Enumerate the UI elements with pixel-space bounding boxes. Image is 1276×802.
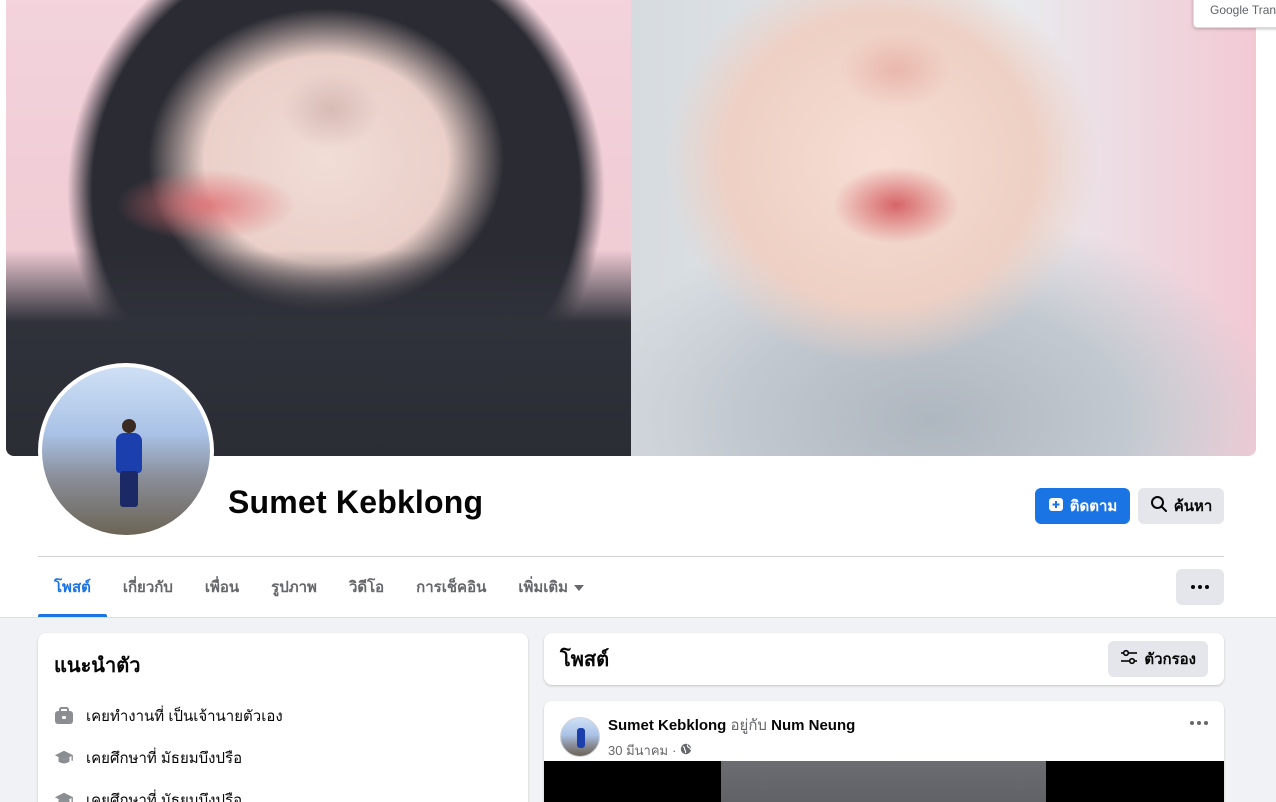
posts-title: โพสต์ — [560, 649, 610, 671]
post-author-avatar[interactable] — [560, 717, 600, 757]
profile-picture[interactable] — [38, 363, 214, 539]
briefcase-icon — [54, 706, 74, 726]
intro-list: เคยทำงานที่ เป็นเจ้านายตัวเอง เคยศึกษาที… — [54, 695, 512, 802]
cover-photo[interactable] — [6, 0, 1256, 456]
post-media-image — [721, 761, 1046, 802]
intro-item-education: เคยศึกษาที่ มัธยมบึงปรือ — [54, 779, 512, 802]
tab-photos[interactable]: รูปภาพ — [255, 557, 333, 617]
chevron-down-icon — [574, 585, 585, 591]
post-tagged-name[interactable]: Num Neung — [771, 717, 855, 734]
post-card: Sumet Kebklong อยู่กับ Num Neung 30 มีนา… — [544, 701, 1224, 802]
intro-item-text: เคยทำงานที่ เป็นเจ้านายตัวเอง — [86, 708, 283, 725]
tab-friends[interactable]: เพื่อน — [189, 557, 255, 617]
post-author-line: Sumet Kebklong อยู่กับ Num Neung — [608, 713, 855, 737]
follow-add-icon — [1048, 496, 1064, 516]
profile-tabs: โพสต์ เกี่ยวกับ เพื่อน รูปภาพ วิดีโอ การ… — [38, 557, 600, 617]
profile-picture-person — [114, 419, 144, 509]
intro-title: แนะนำตัว — [54, 655, 141, 677]
post-author-name[interactable]: Sumet Kebklong — [608, 717, 726, 734]
intro-item-work: เคยทำงานที่ เป็นเจ้านายตัวเอง — [54, 695, 512, 737]
post-media[interactable] — [544, 761, 1224, 802]
filter-sliders-icon — [1120, 649, 1138, 669]
profile-header: Sumet Kebklong ติดตาม ค้นหา โพสต์ เกี่ยว… — [0, 0, 1276, 618]
google-translate-text: Google Trans — [1210, 3, 1276, 17]
post-meta: Sumet Kebklong อยู่กับ Num Neung 30 มีนา… — [608, 713, 855, 761]
graduation-cap-icon — [54, 790, 74, 802]
post-header: Sumet Kebklong อยู่กับ Num Neung 30 มีนา… — [560, 713, 855, 761]
search-icon — [1150, 495, 1168, 517]
more-horizontal-icon — [1190, 721, 1208, 725]
tab-posts[interactable]: โพสต์ — [38, 557, 107, 617]
intro-item-text: เคยศึกษาที่ มัธยมบึงปรือ — [86, 792, 243, 802]
profile-picture-image — [42, 367, 210, 535]
follow-button[interactable]: ติดตาม — [1035, 488, 1130, 524]
post-sub-separator: · — [672, 743, 677, 758]
cover-photo-right-half — [631, 0, 1256, 456]
posts-header-card: โพสต์ ตัวกรอง — [544, 633, 1224, 685]
follow-button-label: ติดตาม — [1069, 498, 1118, 515]
search-button[interactable]: ค้นหา — [1138, 488, 1224, 524]
profile-more-button[interactable] — [1176, 569, 1224, 605]
post-options-button[interactable] — [1190, 721, 1208, 725]
intro-item-education: เคยศึกษาที่ มัธยมบึงปรือ — [54, 737, 512, 779]
filter-button[interactable]: ตัวกรอง — [1108, 641, 1208, 677]
intro-card: แนะนำตัว เคยทำงานที่ เป็นเจ้านายตัวเอง เ… — [38, 633, 528, 802]
tab-about[interactable]: เกี่ยวกับ — [107, 557, 189, 617]
globe-icon — [680, 743, 692, 758]
post-with-text: อยู่กับ — [730, 717, 767, 734]
google-translate-popup[interactable]: Google Trans — [1193, 0, 1276, 28]
graduation-cap-icon — [54, 748, 74, 768]
post-date[interactable]: 30 มีนาคม — [608, 740, 668, 761]
post-subline: 30 มีนาคม · — [608, 740, 855, 761]
tab-check-ins[interactable]: การเช็คอิน — [400, 557, 502, 617]
search-button-label: ค้นหา — [1173, 498, 1213, 515]
more-horizontal-icon — [1191, 585, 1209, 589]
intro-item-text: เคยศึกษาที่ มัธยมบึงปรือ — [86, 750, 243, 767]
tab-videos[interactable]: วิดีโอ — [333, 557, 400, 617]
profile-name: Sumet Kebklong — [228, 484, 484, 520]
filter-button-label: ตัวกรอง — [1144, 651, 1196, 668]
tab-more[interactable]: เพิ่มเติม — [502, 557, 600, 617]
